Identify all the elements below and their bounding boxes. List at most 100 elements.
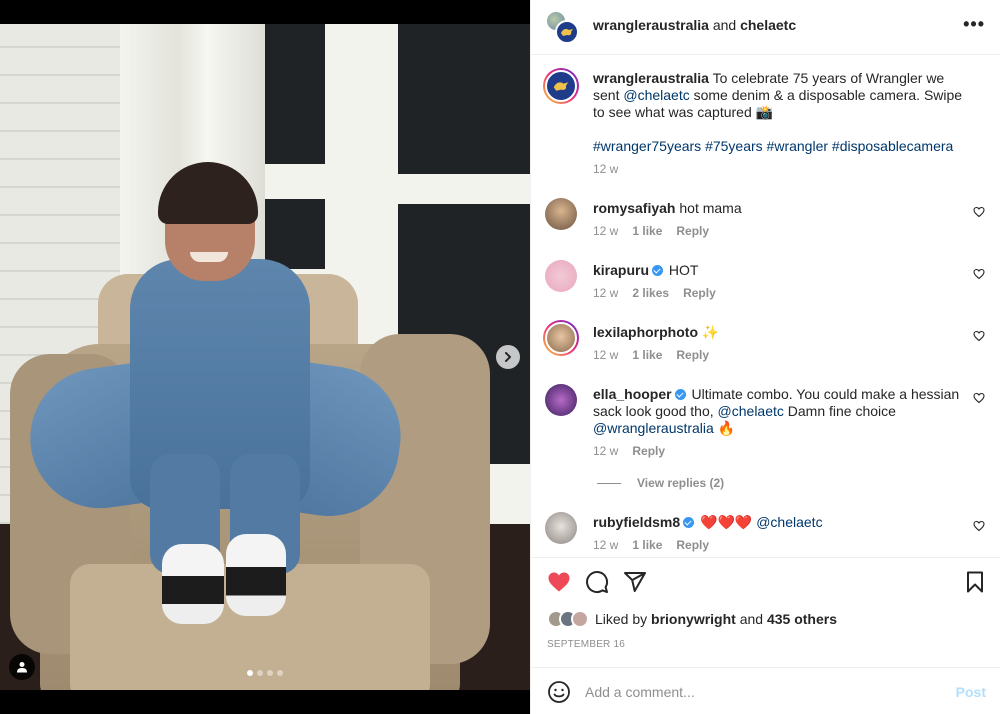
hashtag-link[interactable]: #disposablecamera	[832, 138, 953, 154]
wrangler-logo-icon	[561, 29, 573, 36]
avatar-romysafiyah[interactable]	[545, 198, 577, 230]
liker-username[interactable]: brionywright	[651, 611, 736, 627]
comment-likes[interactable]: 1 like	[632, 538, 662, 552]
caption-time[interactable]: 12 w	[593, 162, 618, 176]
avatar-ella-hooper[interactable]	[545, 384, 577, 416]
comment-input[interactable]	[585, 680, 925, 704]
carousel-indicator	[247, 670, 283, 676]
avatar-lexilaphorphoto[interactable]	[543, 320, 579, 356]
comment-text: romysafiyah hot mama	[593, 200, 965, 217]
collab-avatars[interactable]	[545, 10, 581, 46]
comment-row: romysafiyah hot mama 12 w 1 like Reply	[545, 198, 985, 242]
liked-by: Liked by brionywright and 435 others	[547, 610, 837, 628]
comment-text: lexilaphorphoto ✨	[593, 324, 965, 341]
more-options-button[interactable]: •••	[963, 15, 985, 33]
reply-button[interactable]: Reply	[676, 348, 709, 362]
reply-button[interactable]: Reply	[683, 286, 716, 300]
mention-link[interactable]: @chelaetc	[718, 403, 784, 419]
reply-button[interactable]: Reply	[676, 224, 709, 238]
comment-body-end: 🔥	[713, 420, 736, 436]
verified-badge-icon	[674, 389, 686, 400]
comment-bubble-icon[interactable]	[585, 570, 609, 594]
hashtag-link[interactable]: #wranger75years	[593, 138, 701, 154]
comment-body: ✨	[698, 324, 720, 340]
avatar-wrangleraustralia[interactable]	[555, 20, 579, 44]
avatar-kirapuru[interactable]	[545, 260, 577, 292]
comment-time[interactable]: 12 w	[593, 286, 618, 300]
heart-outline-icon[interactable]	[973, 392, 985, 404]
comment-likes[interactable]: 1 like	[632, 224, 662, 238]
carousel-dot	[277, 670, 283, 676]
photo-sneaker-right	[226, 534, 286, 616]
liked-by-text: Liked by brionywright and 435 others	[595, 611, 837, 627]
post-header: wrangleraustralia and chelaetc •••	[531, 0, 1000, 55]
comment-likes[interactable]: 1 like	[632, 348, 662, 362]
comment-meta: 12 w Reply	[593, 444, 665, 458]
post-authors: wrangleraustralia and chelaetc	[593, 17, 796, 33]
hashtag-link[interactable]: #wrangler	[767, 138, 828, 154]
heart-filled-icon[interactable]	[547, 570, 571, 594]
heart-outline-icon[interactable]	[973, 330, 985, 342]
heart-outline-icon[interactable]	[973, 268, 985, 280]
hashtag-link[interactable]: #75years	[705, 138, 763, 154]
carousel-dot	[267, 670, 273, 676]
heart-outline-icon[interactable]	[973, 520, 985, 532]
avatar-wrangleraustralia[interactable]	[543, 68, 579, 104]
comment-time[interactable]: 12 w	[593, 224, 618, 238]
comment-username[interactable]: lexilaphorphoto	[593, 324, 698, 340]
comment-body: ❤️❤️❤️	[696, 514, 757, 530]
comment-body: hot mama	[675, 200, 742, 216]
chevron-right-icon	[505, 352, 511, 362]
comment-body: HOT	[665, 262, 699, 278]
replies-divider	[597, 482, 621, 484]
authors-connector: and	[708, 17, 741, 33]
post-date[interactable]: SEPTEMBER 16	[547, 639, 625, 650]
author-link-chelaetc[interactable]: chelaetc	[740, 17, 796, 33]
comment-username[interactable]: romysafiyah	[593, 200, 675, 216]
comment-time[interactable]: 12 w	[593, 348, 618, 362]
comment-meta: 12 w 1 like Reply	[593, 224, 709, 238]
comment-time[interactable]: 12 w	[593, 444, 618, 458]
comment-meta: 12 w 1 like Reply	[593, 348, 709, 362]
comment-row: kirapuru HOT 12 w 2 likes Reply	[545, 260, 985, 304]
comment-likes[interactable]: 2 likes	[632, 286, 669, 300]
mention-link[interactable]: @chelaetc	[623, 87, 689, 103]
verified-badge-icon	[652, 265, 664, 276]
heart-outline-icon[interactable]	[973, 206, 985, 218]
post-sidebar: wrangleraustralia and chelaetc ••• wrang…	[530, 0, 1000, 714]
avatar-rubyfieldsm8[interactable]	[545, 512, 577, 544]
smiley-icon[interactable]	[547, 680, 571, 704]
post-photo[interactable]	[0, 24, 530, 690]
bookmark-icon[interactable]	[963, 570, 987, 594]
comment-text: ella_hooper Ultimate combo. You could ma…	[593, 386, 965, 437]
photo-smile	[190, 252, 228, 262]
likes-count-link[interactable]: 435 others	[767, 611, 837, 627]
add-comment-bar: Post	[531, 667, 1000, 714]
comment-time[interactable]: 12 w	[593, 538, 618, 552]
comment-row: lexilaphorphoto ✨ 12 w 1 like Reply	[543, 320, 985, 366]
carousel-next-button[interactable]	[496, 345, 520, 369]
comment-text: rubyfieldsm8 ❤️❤️❤️ @chelaetc	[593, 514, 965, 531]
comment-body-cont: Damn fine choice	[783, 403, 896, 419]
verified-badge-icon	[683, 517, 695, 528]
liker-avatar[interactable]	[571, 610, 589, 628]
comment-meta: 12 w 1 like Reply	[593, 538, 709, 552]
mention-link[interactable]: @wrangleraustralia	[593, 420, 714, 436]
wrangler-logo-icon	[553, 82, 569, 91]
post-actions: Liked by brionywright and 435 others SEP…	[531, 557, 1000, 667]
tagged-users-button[interactable]	[9, 654, 35, 680]
reply-button[interactable]: Reply	[632, 444, 665, 458]
comments-list[interactable]: wrangleraustralia To celebrate 75 years …	[531, 56, 1000, 556]
caption-username[interactable]: wrangleraustralia	[593, 70, 709, 86]
comment-username[interactable]: rubyfieldsm8	[593, 514, 680, 530]
comment-username[interactable]: ella_hooper	[593, 386, 672, 402]
comment-username[interactable]: kirapuru	[593, 262, 649, 278]
view-replies-button[interactable]: View replies (2)	[597, 476, 724, 490]
paper-plane-icon[interactable]	[623, 570, 647, 594]
instagram-post: wrangleraustralia and chelaetc ••• wrang…	[0, 0, 1000, 714]
hashtag-list: #wranger75years #75years #wrangler #disp…	[593, 138, 965, 155]
author-link-wrangleraustralia[interactable]: wrangleraustralia	[593, 17, 709, 33]
post-comment-button[interactable]: Post	[956, 684, 986, 700]
mention-link[interactable]: @chelaetc	[756, 514, 822, 530]
reply-button[interactable]: Reply	[676, 538, 709, 552]
